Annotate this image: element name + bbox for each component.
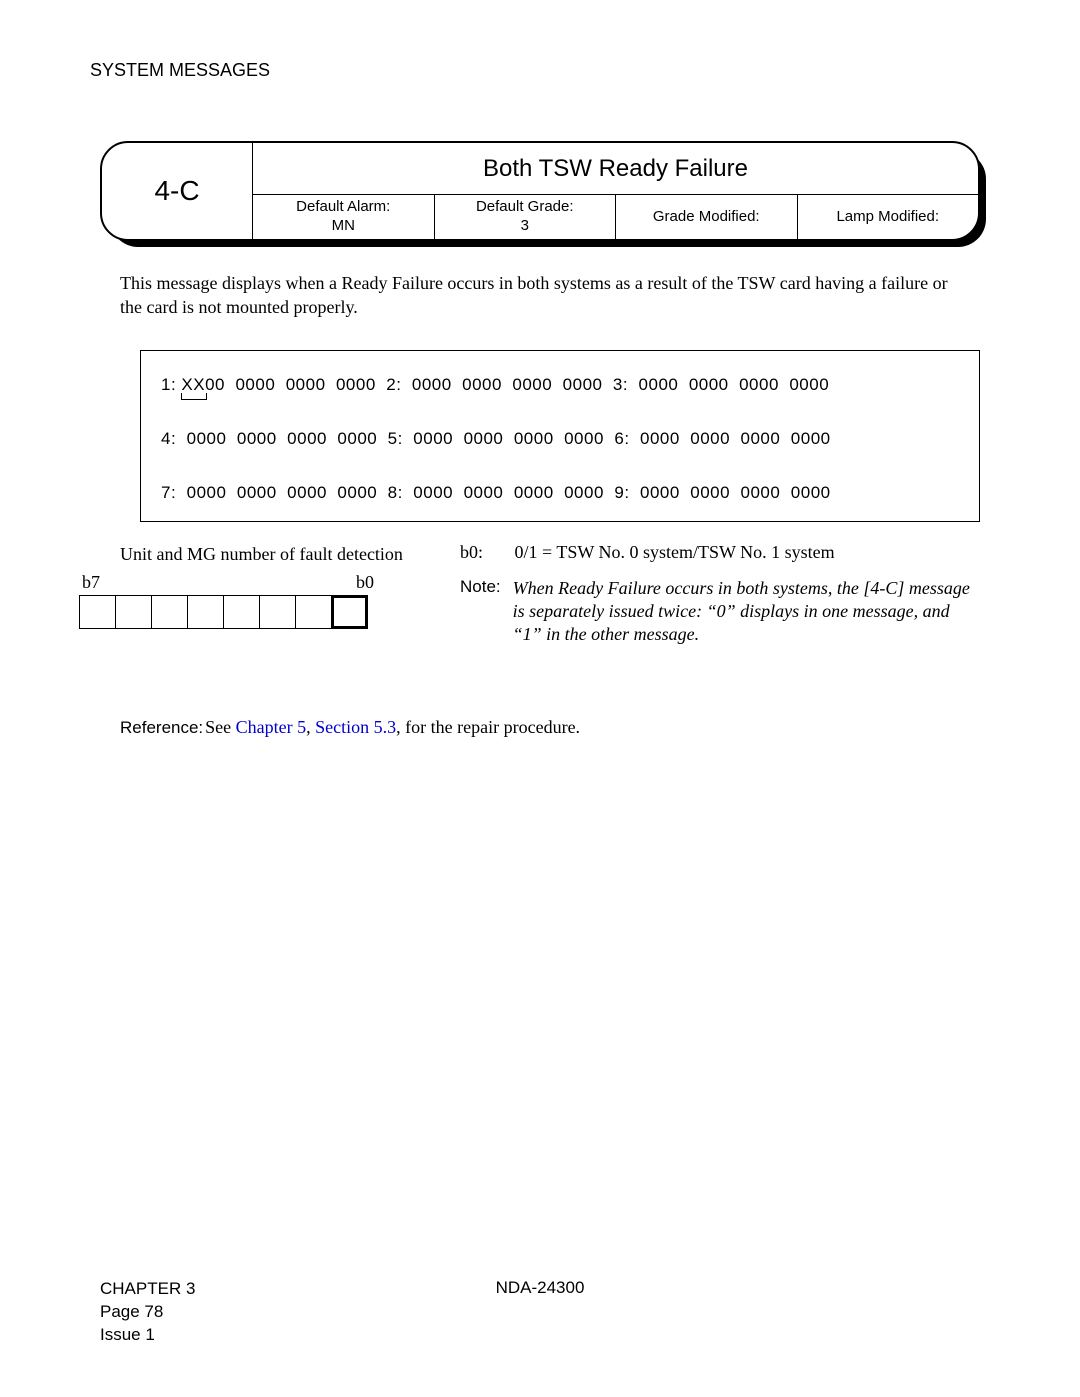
note-label: Note: [460, 577, 501, 647]
reference: Reference:See Chapter 5, Section 5.3, fo… [120, 717, 980, 738]
bit-cell [259, 595, 296, 629]
section-header: SYSTEM MESSAGES [90, 60, 980, 81]
data-box: 1: XX00 0000 0000 0000 2: 0000 0000 0000… [140, 350, 980, 522]
message-title: Both TSW Ready Failure [253, 143, 978, 195]
reference-label: Reference: [120, 718, 203, 737]
bit-high-label: b7 [82, 572, 100, 593]
b0-definition: b0: 0/1 = TSW No. 0 system/TSW No. 1 sys… [460, 542, 980, 563]
page: SYSTEM MESSAGES 4-C Both TSW Ready Failu… [0, 0, 1080, 1397]
label: Lamp Modified: [802, 208, 975, 227]
page-footer: NDA-24300 CHAPTER 3 Page 78 Issue 1 [100, 1278, 980, 1347]
note: Note: When Ready Failure occurs in both … [460, 577, 980, 647]
reference-link-chapter[interactable]: Chapter 5 [236, 717, 306, 737]
title-box: 4-C Both TSW Ready Failure Default Alarm… [100, 141, 980, 241]
note-text: When Ready Failure occurs in both system… [513, 577, 980, 647]
lamp-modified: Lamp Modified: [797, 195, 979, 239]
bit-cell [115, 595, 152, 629]
b0-text: 0/1 = TSW No. 0 system/TSW No. 1 system [515, 542, 835, 562]
default-grade: Default Grade: 3 [434, 195, 616, 239]
description: This message displays when a Ready Failu… [120, 271, 960, 320]
bit-cell [295, 595, 332, 629]
bit-cell [187, 595, 224, 629]
data-row: 7: 0000 0000 0000 0000 8: 0000 0000 0000… [161, 483, 959, 503]
message-code: 4-C [102, 143, 252, 239]
unit-label: Unit and MG number of fault detection [120, 542, 420, 566]
data-row: 4: 0000 0000 0000 0000 5: 0000 0000 0000… [161, 429, 959, 449]
footer-page: Page 78 [100, 1301, 980, 1324]
bit-cell [223, 595, 260, 629]
explanation: Unit and MG number of fault detection b7… [120, 542, 980, 647]
bit-low-label: b0 [356, 572, 374, 593]
bit-table [80, 595, 420, 629]
xx-marker: XX [181, 375, 205, 395]
label: Default Alarm: [257, 198, 430, 217]
footer-chapter: CHAPTER 3 [100, 1278, 980, 1301]
label: Default Grade: [439, 198, 612, 217]
value: 3 [439, 217, 612, 236]
data-row: 1: XX00 0000 0000 0000 2: 0000 0000 0000… [161, 375, 959, 395]
footer-issue: Issue 1 [100, 1324, 980, 1347]
bit-cell [79, 595, 116, 629]
reference-link-section[interactable]: Section 5.3 [315, 717, 396, 737]
bit-cell [151, 595, 188, 629]
default-alarm: Default Alarm: MN [253, 195, 434, 239]
bit-cell-b0 [331, 595, 368, 629]
b0-label: b0: [460, 542, 510, 563]
label: Grade Modified: [620, 208, 793, 227]
value: MN [257, 217, 430, 236]
grade-modified: Grade Modified: [615, 195, 797, 239]
